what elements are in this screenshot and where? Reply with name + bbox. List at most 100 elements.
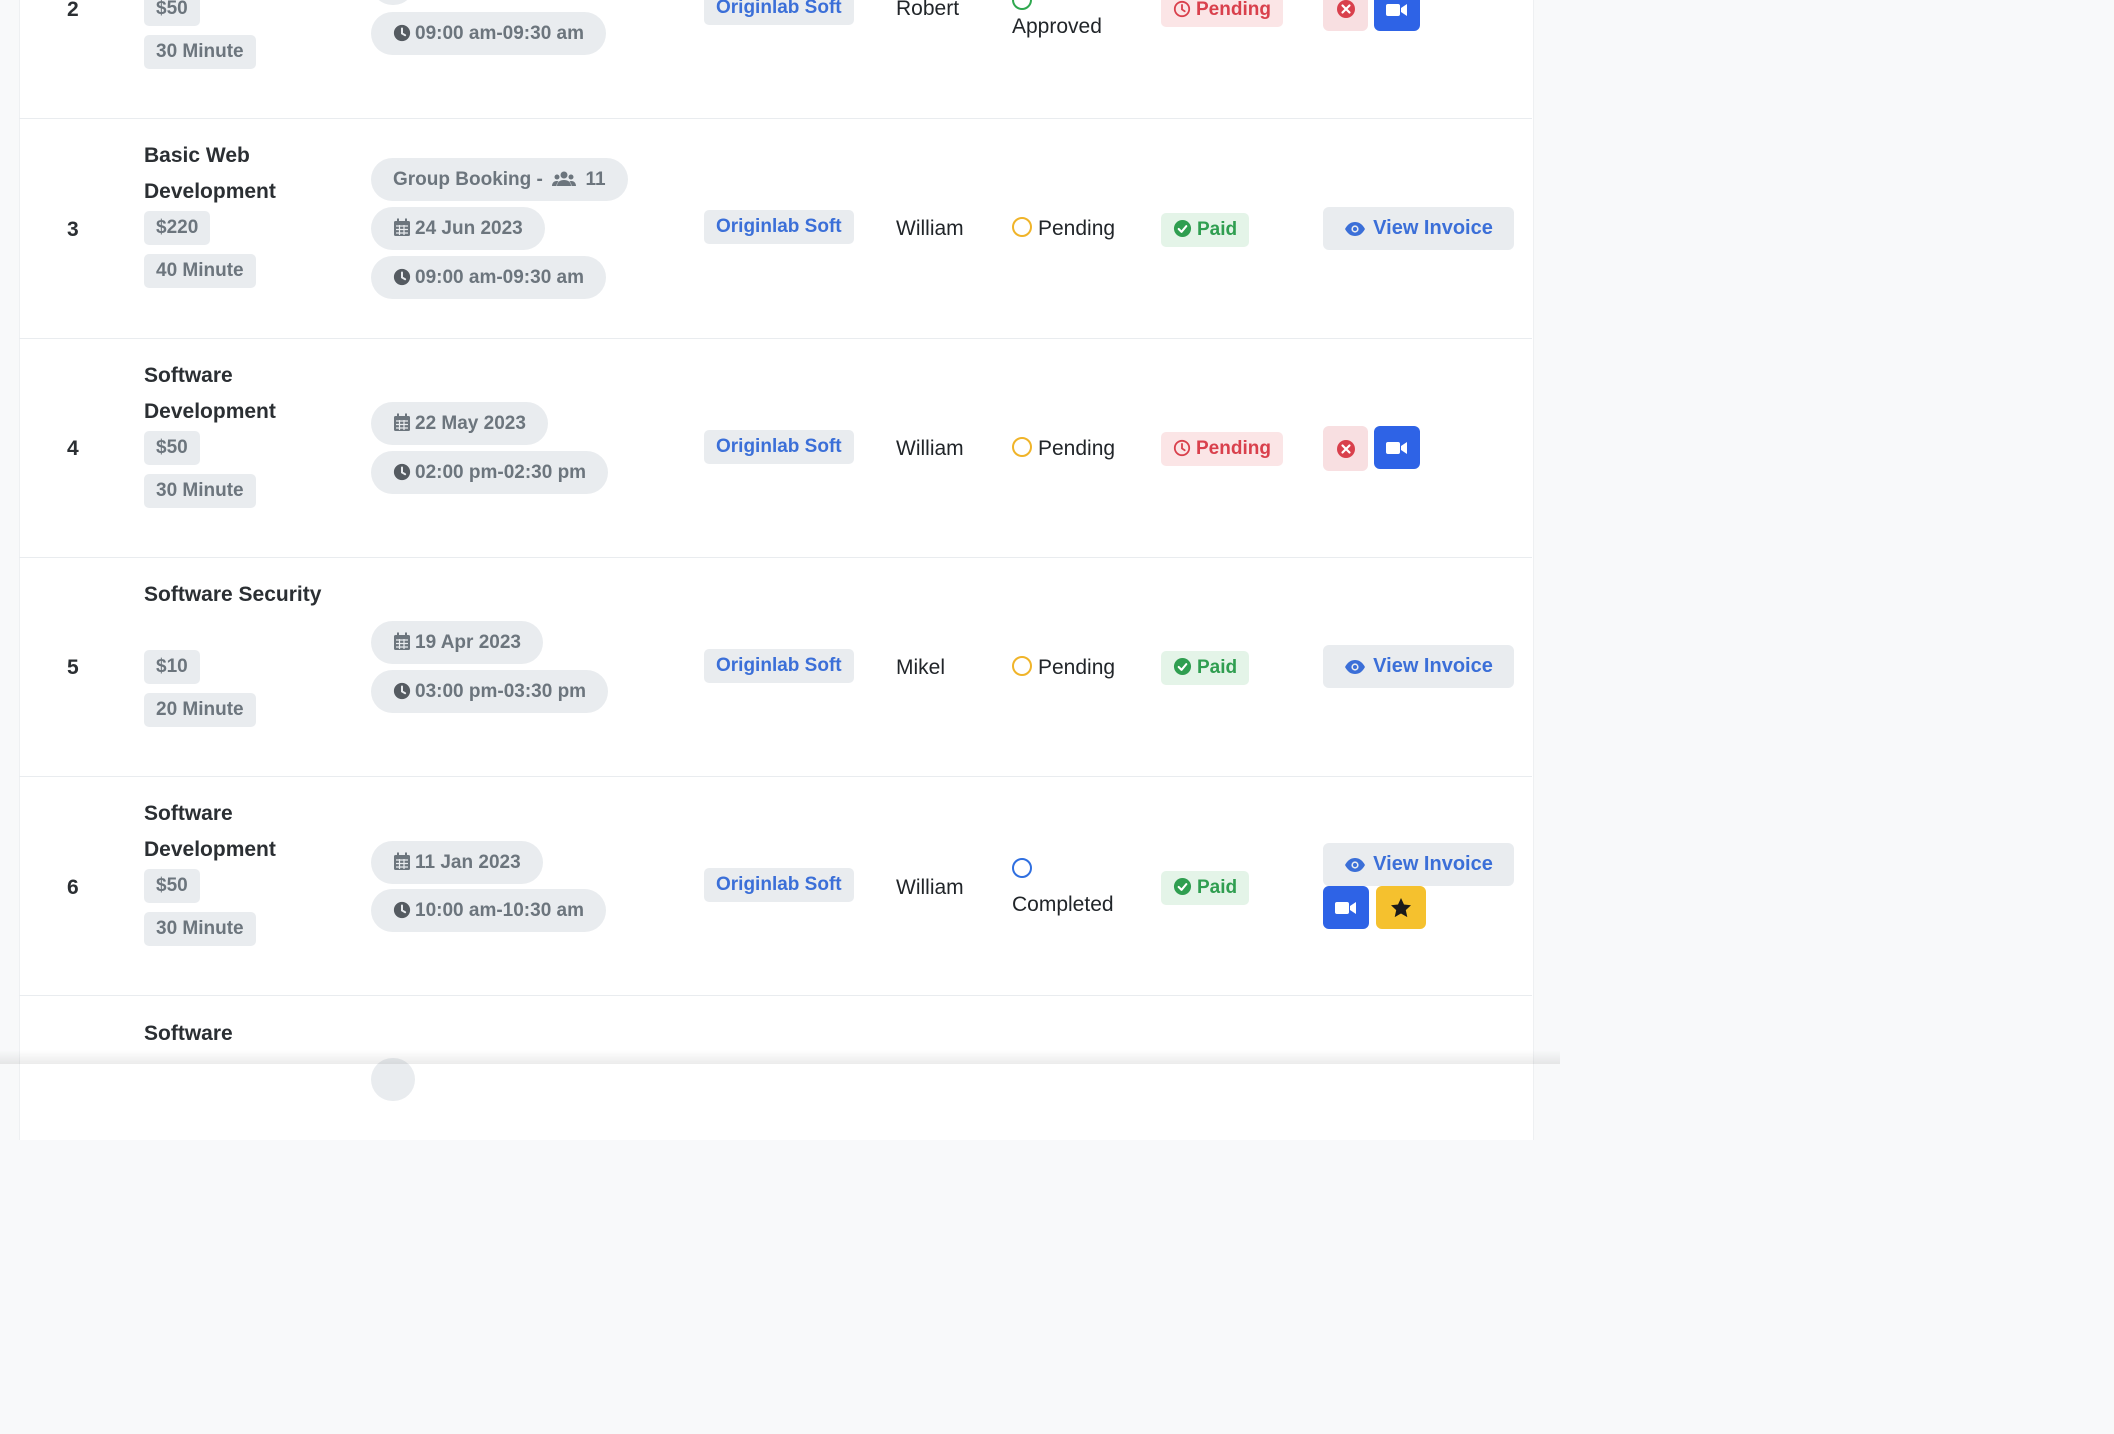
duration-badge: 30 Minute (144, 35, 256, 69)
group-booking-pill: Group Booking - 11 (371, 158, 628, 201)
eye-icon (1345, 221, 1366, 236)
star-icon (1391, 898, 1411, 918)
company-badge[interactable]: Originlab Soft (704, 649, 854, 683)
close-circle-icon (1336, 439, 1355, 458)
date-pill: 22 May 2023 (371, 402, 548, 445)
join-meeting-button[interactable] (1323, 886, 1369, 929)
time-pill: 10:00 am-10:30 am (371, 889, 606, 932)
booking-status-label: Completed (1012, 893, 1114, 916)
payment-status-badge: Paid (1161, 871, 1250, 905)
pending-ring-icon (1012, 437, 1032, 457)
scroll-shadow (0, 1050, 1560, 1064)
booking-status-label: Pending (1038, 437, 1116, 460)
date-pill: 11 Jan 2023 (371, 841, 543, 884)
rate-booking-button[interactable] (1376, 886, 1426, 929)
date-pill (371, 1058, 415, 1101)
date-text: 11 Jan 2023 (415, 852, 521, 873)
view-invoice-button[interactable]: View Invoice (1323, 207, 1514, 250)
clock-icon (393, 463, 411, 481)
view-invoice-label: View Invoice (1373, 217, 1493, 239)
clock-icon (393, 268, 411, 286)
payment-status-badge: Pending (1161, 0, 1283, 27)
eye-icon (1345, 659, 1366, 674)
duration-badge: 40 Minute (144, 254, 256, 288)
green-ring-icon (1012, 0, 1032, 10)
price-badge: $50 (144, 869, 200, 903)
customer-name: William (896, 217, 964, 240)
service-title: Basic Web Development (144, 144, 276, 203)
cancel-booking-button[interactable] (1323, 0, 1368, 31)
view-invoice-label: View Invoice (1373, 655, 1493, 677)
payment-status-badge: Paid (1161, 651, 1250, 685)
time-pill: 02:00 pm-02:30 pm (371, 451, 609, 494)
booking-status (1012, 858, 1038, 882)
clock-icon (1173, 439, 1191, 457)
clock-icon (393, 901, 411, 919)
payment-status-label: Pending (1196, 0, 1271, 20)
customer-name: William (896, 876, 964, 899)
customer-name: Mikel (896, 656, 946, 679)
booking-status (1012, 0, 1038, 16)
customer-name: William (896, 437, 964, 460)
booking-status: Pending (1012, 656, 1115, 680)
date-text: 22 May 2023 (415, 413, 526, 434)
service-title: Software Development (144, 364, 276, 423)
payment-status-badge: Pending (1161, 432, 1283, 466)
view-invoice-button[interactable]: View Invoice (1323, 843, 1514, 886)
time-text: 02:00 pm-02:30 pm (415, 462, 587, 483)
clock-icon (1173, 0, 1191, 18)
view-invoice-button[interactable]: View Invoice (1323, 645, 1514, 688)
row-number: 4 (67, 437, 79, 460)
calendar-icon (394, 218, 410, 236)
company-badge[interactable]: Originlab Soft (704, 0, 854, 25)
time-text: 09:00 am-09:30 am (415, 267, 584, 288)
pending-ring-icon (1012, 217, 1032, 237)
duration-badge: 30 Minute (144, 912, 256, 946)
cancel-booking-button[interactable] (1323, 426, 1368, 471)
booking-status-label: Pending (1038, 656, 1116, 679)
payment-status-label: Paid (1197, 877, 1238, 898)
booking-status-label: Approved (1012, 15, 1102, 38)
completed-ring-icon (1012, 858, 1032, 878)
payment-status-label: Pending (1196, 438, 1271, 459)
row-number: 6 (67, 876, 79, 899)
payment-status-label: Paid (1197, 219, 1238, 240)
company-badge[interactable]: Originlab Soft (704, 430, 854, 464)
time-pill: 09:00 am-09:30 am (371, 12, 606, 55)
group-booking-label: Group Booking - (393, 169, 543, 190)
booking-status-label: Pending (1038, 217, 1116, 240)
video-camera-icon (1386, 3, 1407, 16)
join-meeting-button[interactable] (1374, 0, 1420, 31)
company-badge[interactable]: Originlab Soft (704, 210, 854, 244)
date-text: 24 Jun 2023 (415, 218, 523, 239)
time-text: 10:00 am-10:30 am (415, 900, 584, 921)
close-circle-icon (1336, 0, 1355, 18)
price-badge: $220 (144, 211, 211, 245)
duration-badge: 20 Minute (144, 693, 256, 727)
time-text: 03:00 pm-03:30 pm (415, 681, 587, 702)
company-badge[interactable]: Originlab Soft (704, 868, 854, 902)
time-pill: 09:00 am-09:30 am (371, 256, 606, 299)
calendar-icon (394, 632, 410, 650)
row-number: 3 (67, 218, 79, 241)
booking-status: Pending (1012, 437, 1115, 461)
service-title: Software Security (144, 583, 322, 606)
date-pill: 24 Jun 2023 (371, 207, 545, 250)
calendar-icon (394, 852, 410, 870)
price-badge: $50 (144, 431, 200, 465)
video-camera-icon (1335, 901, 1356, 914)
check-circle-icon (1173, 657, 1192, 676)
booking-status: Pending (1012, 217, 1115, 241)
service-title: Software (144, 1022, 233, 1045)
check-circle-icon (1173, 877, 1192, 896)
date-pill: 19 Apr 2023 (371, 621, 543, 664)
video-camera-icon (1386, 441, 1407, 454)
clock-icon (393, 24, 411, 42)
view-invoice-label: View Invoice (1373, 853, 1493, 875)
row-number: 2 (67, 0, 79, 21)
join-meeting-button[interactable] (1374, 426, 1420, 469)
payment-status-badge: Paid (1161, 213, 1250, 247)
group-count: 11 (585, 169, 606, 190)
eye-icon (1345, 857, 1366, 872)
users-icon (552, 171, 577, 186)
